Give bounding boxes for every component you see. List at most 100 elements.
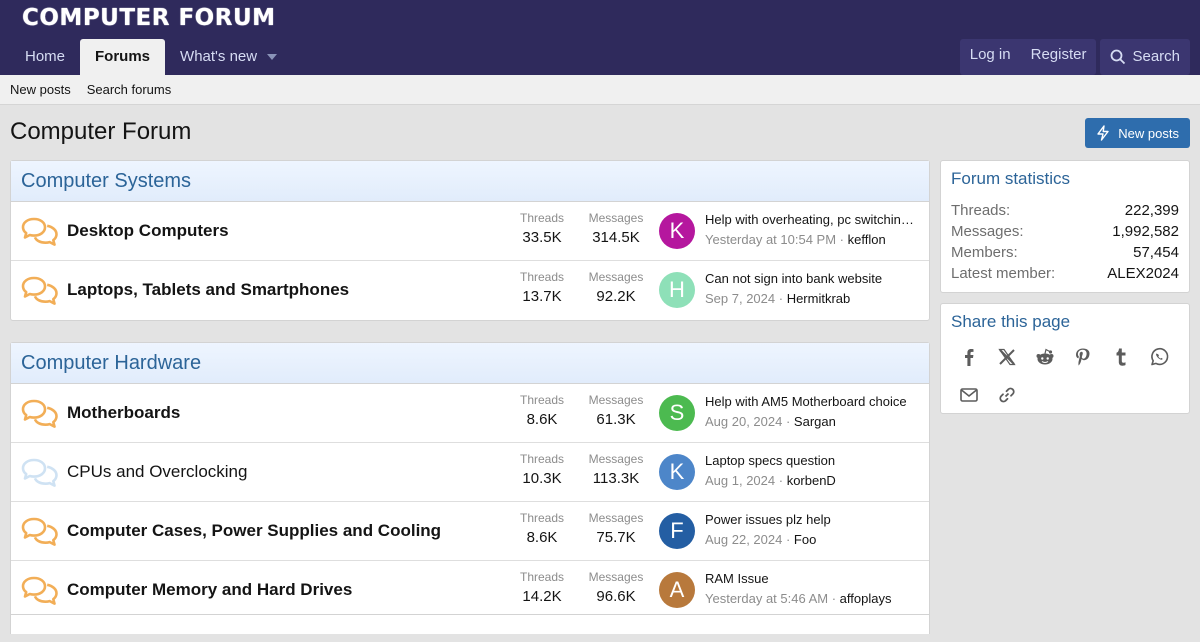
new-posts-button-label: New posts: [1118, 125, 1179, 141]
messages-label: Messages: [588, 570, 644, 584]
messages-label: Messages: [588, 211, 644, 225]
messages-label: Messages: [588, 452, 644, 466]
avatar[interactable]: S: [659, 395, 695, 431]
avatar[interactable]: K: [659, 454, 695, 490]
avatar[interactable]: K: [659, 213, 695, 249]
avatar[interactable]: A: [659, 572, 695, 608]
forum-list: Computer Systems Desktop Computers Threads…: [10, 160, 930, 642]
last-post-meta: Aug 1, 2024 · korbenD: [705, 473, 836, 488]
messages-label: Messages: [588, 511, 644, 525]
messages-stat: Messages 314.5K: [586, 211, 646, 246]
category-title[interactable]: Computer Systems: [11, 161, 929, 202]
last-post-date[interactable]: Yesterday at 5:46 AM: [705, 591, 828, 606]
reddit-icon[interactable]: [1035, 347, 1055, 367]
x-icon[interactable]: [997, 347, 1017, 367]
link-icon[interactable]: [997, 385, 1017, 405]
last-post-user-link[interactable]: affoplays: [840, 591, 892, 606]
threads-count: 10.3K: [522, 470, 562, 487]
forum-title-link[interactable]: CPUs and Overclocking: [67, 462, 247, 482]
last-post-title-link[interactable]: Help with AM5 Motherboard choice: [705, 394, 921, 409]
forum-row: Computer Cases, Power Supplies and Cooli…: [11, 502, 929, 561]
avatar[interactable]: F: [659, 513, 695, 549]
forum-title-link[interactable]: Motherboards: [67, 403, 180, 423]
nav-forums[interactable]: Forums: [80, 39, 166, 75]
unread-forum-icon[interactable]: [21, 275, 59, 307]
last-post-date[interactable]: Sep 7, 2024: [705, 291, 775, 306]
messages-label: Messages: [588, 270, 644, 284]
last-post-date[interactable]: Aug 20, 2024: [705, 414, 782, 429]
statistic-value[interactable]: ALEX2024: [1107, 263, 1179, 284]
forum-row: Laptops, Tablets and Smartphones Threads 1…: [11, 261, 929, 320]
unread-forum-icon[interactable]: [21, 575, 59, 607]
nav-home[interactable]: Home: [10, 39, 80, 75]
last-post-user-link[interactable]: korbenD: [787, 473, 836, 488]
last-post-date[interactable]: Aug 22, 2024: [705, 532, 782, 547]
last-post: RAM Issue Yesterday at 5:46 AM · affoplay…: [705, 571, 921, 606]
whatsapp-icon[interactable]: [1149, 347, 1169, 367]
messages-count: 113.3K: [592, 470, 640, 487]
new-posts-link[interactable]: New posts: [10, 82, 71, 97]
chevron-down-icon[interactable]: [267, 54, 278, 61]
category-block: Computer Systems Desktop Computers Threads…: [10, 160, 930, 321]
read-forum-icon[interactable]: [21, 457, 59, 489]
forum-row: CPUs and Overclocking Threads 10.3K Message…: [11, 443, 929, 502]
auth-group: Log in Register: [959, 39, 1097, 75]
avatar[interactable]: H: [659, 272, 695, 308]
statistic-label: Latest member:: [951, 265, 1056, 282]
bolt-icon: [1097, 125, 1109, 141]
statistic-label: Threads:: [951, 202, 1011, 219]
share-block: Share this page: [940, 303, 1190, 414]
threads-stat: Threads 13.7K: [512, 270, 572, 305]
last-post-meta: Yesterday at 10:54 PM · kefflon: [705, 232, 886, 247]
forum-statistics-block: Forum statistics Threads: 222,399 Messages…: [940, 160, 1190, 293]
last-post-user-link[interactable]: Sargan: [794, 414, 836, 429]
category-title[interactable]: Computer Hardware: [11, 343, 929, 384]
search-button[interactable]: Search: [1100, 39, 1190, 75]
forum-title-link[interactable]: Desktop Computers: [67, 221, 229, 241]
nav-whats-new[interactable]: What's new: [165, 39, 292, 75]
forum-title-link[interactable]: Computer Memory and Hard Drives: [67, 580, 352, 600]
facebook-icon[interactable]: [959, 347, 979, 367]
last-post: Help with AM5 Motherboard choice Aug 20, …: [705, 394, 921, 429]
register-button[interactable]: Register: [1021, 39, 1097, 75]
statistic-row: Threads: 222,399: [951, 200, 1179, 221]
last-post-title-link[interactable]: Power issues plz help: [705, 512, 921, 527]
search-icon: [1111, 49, 1126, 65]
unread-forum-icon[interactable]: [21, 516, 59, 548]
last-post: Can not sign into bank website Sep 7, 202…: [705, 271, 921, 306]
forum-title-link[interactable]: Laptops, Tablets and Smartphones: [67, 280, 349, 300]
statistic-label: Members:: [951, 244, 1018, 261]
unread-forum-icon[interactable]: [21, 216, 59, 248]
page-title: Computer Forum: [10, 118, 192, 145]
messages-count: 92.2K: [596, 288, 636, 305]
email-icon[interactable]: [959, 385, 979, 405]
last-post-date[interactable]: Aug 1, 2024: [705, 473, 775, 488]
last-post-user-link[interactable]: Foo: [794, 532, 816, 547]
last-post-meta: Aug 22, 2024 · Foo: [705, 532, 817, 547]
search-forums-link[interactable]: Search forums: [87, 82, 172, 97]
tumblr-icon[interactable]: [1111, 347, 1131, 367]
last-post-title-link[interactable]: RAM Issue: [705, 571, 921, 586]
login-button[interactable]: Log in: [960, 39, 1021, 75]
last-post-title-link[interactable]: Can not sign into bank website: [705, 271, 921, 286]
new-posts-button[interactable]: New posts: [1085, 118, 1190, 148]
forum-title-link[interactable]: Computer Cases, Power Supplies and Cooli…: [67, 521, 441, 541]
threads-label: Threads: [519, 452, 565, 466]
last-post-title-link[interactable]: Laptop specs question: [705, 453, 921, 468]
messages-count: 75.7K: [596, 529, 636, 546]
last-post-user-link[interactable]: Hermitkrab: [787, 291, 851, 306]
threads-count: 33.5K: [522, 229, 562, 246]
category-block: Computer Hardware Motherboards Threads 8.6K…: [10, 342, 930, 621]
forum-row: Desktop Computers Threads 33.5K Messages 314…: [11, 202, 929, 261]
last-post: Power issues plz help Aug 22, 2024 · Foo: [705, 512, 921, 547]
statistic-value: 57,454: [1133, 244, 1179, 261]
unread-forum-icon[interactable]: [21, 398, 59, 430]
last-post-title-link[interactable]: Help with overheating, pc switching …: [705, 212, 921, 227]
last-post-user-link[interactable]: kefflon: [848, 232, 886, 247]
pinterest-icon[interactable]: [1073, 347, 1093, 367]
forum-statistics-title: Forum statistics: [951, 169, 1071, 188]
site-logo[interactable]: COMPUTER FORUM: [22, 5, 276, 31]
title-bar: Computer Forum New posts: [0, 105, 1200, 160]
messages-stat: Messages 113.3K: [586, 452, 646, 487]
last-post-date[interactable]: Yesterday at 10:54 PM: [705, 232, 836, 247]
